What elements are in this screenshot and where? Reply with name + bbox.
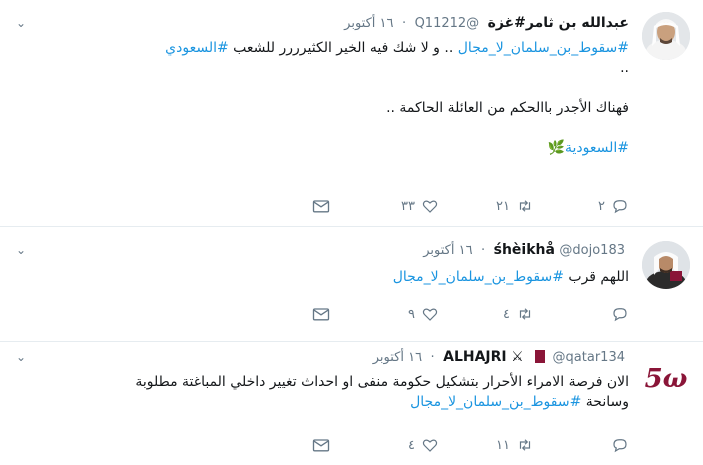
tweet-2[interactable]: śhèikhå @dojo183 · ١٦ أكتوبر ⌄ اللهم قرب… — [0, 227, 703, 342]
svg-text:5ω: 5ω — [645, 364, 688, 394]
avatar[interactable]: 5ω — [642, 353, 690, 401]
display-name[interactable]: śhèikhå — [494, 242, 555, 258]
text-line — [22, 78, 629, 98]
avatar[interactable] — [642, 241, 690, 289]
tweet-header: śhèikhå @dojo183 · ١٦ أكتوبر — [40, 240, 629, 260]
chevron-down-icon[interactable]: ⌄ — [14, 350, 28, 364]
tweet-actions: ٤ ٩ — [300, 303, 629, 325]
retweet-icon — [519, 439, 531, 451]
text-line — [22, 118, 629, 138]
direct-message-icon[interactable] — [311, 304, 331, 324]
text-line: وسانحة #سقوط_بن_سلمان_لا_مجال — [22, 392, 629, 412]
heart-icon — [422, 439, 438, 452]
dot-separator: · — [430, 350, 435, 365]
leaf-emoji: 🌿 — [547, 140, 565, 156]
retweet-button[interactable]: ٢١ — [439, 197, 534, 215]
tweet-header: ALHAJRI ⚔ @qatar134 · ١٦ أكتوبر — [40, 347, 629, 367]
reply-button[interactable]: ٢ — [534, 197, 629, 215]
direct-message-icon[interactable] — [311, 196, 331, 216]
reply-button[interactable] — [534, 305, 629, 323]
timestamp[interactable]: ١٦ أكتوبر — [373, 350, 422, 365]
text-line: .. — [620, 60, 629, 76]
like-button[interactable]: ٣٣ — [344, 197, 439, 215]
text-line: #سقوط_بن_سلمان_لا_مجال .. و لا شك فيه ال… — [22, 38, 629, 58]
handle[interactable]: @qatar134 — [553, 350, 625, 365]
tweet-text: #سقوط_بن_سلمان_لا_مجال .. و لا شك فيه ال… — [22, 38, 629, 158]
avatar[interactable] — [642, 12, 690, 60]
tweet-text: اللهم قرب #سقوط_بن_سلمان_لا_مجال — [22, 267, 629, 287]
hashtag-link[interactable]: #سقوط_بن_سلمان_لا_مجال — [458, 40, 629, 56]
hashtag-link[interactable]: #سقوط_بن_سلمان_لا_مجال — [393, 269, 564, 285]
retweet-icon — [519, 308, 531, 320]
heart-icon — [422, 308, 438, 321]
retweet-count: ٢١ — [496, 198, 510, 214]
hashtag-link[interactable]: #السعودية — [565, 140, 629, 156]
dot-separator: · — [401, 16, 407, 31]
crossed-swords-icon: ⚔ — [511, 349, 524, 365]
retweet-count: ٤ — [503, 306, 510, 322]
like-button[interactable]: ٩ — [344, 305, 439, 323]
display-name[interactable]: عبدالله بن ثامر#غزة — [488, 15, 629, 31]
direct-message-icon[interactable] — [311, 435, 331, 455]
reply-icon — [613, 439, 627, 453]
tweet-header: عبدالله بن ثامر#غزة @Q11212 · ١٦ أكتوبر — [40, 13, 629, 33]
chevron-down-icon[interactable]: ⌄ — [14, 243, 28, 257]
text-fragment: وسانحة — [581, 394, 629, 410]
text-line: #السعودية🌿 — [22, 138, 629, 158]
retweet-button[interactable]: ٤ — [439, 305, 534, 323]
display-name[interactable]: ALHAJRI — [443, 349, 507, 365]
like-count: ٤ — [408, 437, 415, 453]
tweet-actions: ٢ ٢١ ٣٣ — [300, 195, 629, 217]
timestamp[interactable]: ١٦ أكتوبر — [423, 243, 472, 258]
text-fragment: .. و لا شك فيه الخير الكثيرررر للشعب — [228, 40, 458, 56]
hashtag-link[interactable]: #السعودي — [165, 40, 229, 56]
retweet-count: ١١ — [496, 437, 510, 453]
reply-icon — [613, 308, 627, 322]
like-button[interactable]: ٤ — [344, 436, 439, 454]
like-count: ٣٣ — [401, 198, 415, 214]
reply-count: ٢ — [598, 198, 605, 214]
chevron-down-icon[interactable]: ⌄ — [14, 16, 28, 30]
dot-separator: · — [481, 243, 486, 258]
qatar-flag-icon — [532, 350, 546, 363]
retweet-button[interactable]: ١١ — [439, 436, 534, 454]
reply-button[interactable] — [534, 436, 629, 454]
like-count: ٩ — [408, 306, 415, 322]
text-line: اللهم قرب #سقوط_بن_سلمان_لا_مجال — [22, 267, 629, 287]
retweet-icon — [519, 200, 531, 212]
text-line: الان فرصة الامراء الأحرار بتشكيل حكومة م… — [135, 374, 629, 390]
hashtag-link[interactable]: #سقوط_بن_سلمان_لا_مجال — [410, 394, 581, 410]
tweet-1[interactable]: عبدالله بن ثامر#غزة @Q11212 · ١٦ أكتوبر … — [0, 0, 703, 227]
handle[interactable]: @dojo183 — [559, 243, 625, 258]
tweet-3[interactable]: 5ω ALHAJRI ⚔ @qatar134 · ١٦ أكتوبر ⌄ الا… — [0, 342, 703, 465]
timestamp[interactable]: ١٦ أكتوبر — [344, 16, 393, 31]
heart-icon — [422, 200, 438, 213]
text-line: فهناك الأجدر باالحكم من العائلة الحاكمة … — [386, 100, 629, 116]
handle[interactable]: @Q11212 — [415, 16, 480, 31]
text-fragment: اللهم قرب — [563, 269, 629, 285]
reply-icon — [613, 200, 627, 214]
tweet-text: الان فرصة الامراء الأحرار بتشكيل حكومة م… — [22, 372, 629, 412]
tweet-actions: ١١ ٤ — [300, 434, 629, 456]
